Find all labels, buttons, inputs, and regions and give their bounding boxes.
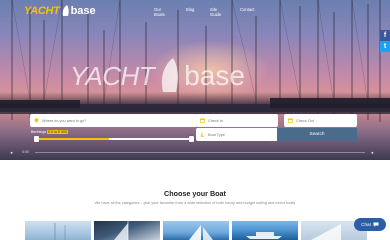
sail-logo-icon <box>62 4 69 16</box>
hero-logo: YACHT base <box>70 56 245 96</box>
twitter-icon[interactable]: t <box>380 41 390 52</box>
range-fill <box>34 138 109 140</box>
boat-type-select[interactable]: Boat Type <box>196 128 278 145</box>
choose-boat-section: Choose your Boat We have all the categor… <box>0 160 390 240</box>
boat-category-card[interactable] <box>232 221 298 240</box>
price-range-label: Berthings € 0 to € 500 <box>31 130 69 134</box>
boat-category-list <box>25 221 367 240</box>
video-controls: ► 0:00 ◄ <box>10 150 385 156</box>
checkin-input[interactable]: Check In <box>196 114 278 127</box>
chevron-down-icon <box>270 132 274 150</box>
boat-category-card[interactable] <box>25 221 91 240</box>
chat-button[interactable]: Chat <box>354 218 386 231</box>
price-range-value: € 0 to € 500 <box>47 130 69 134</box>
hero-logo-yacht: YACHT <box>70 60 155 91</box>
range-max-handle[interactable] <box>189 136 194 142</box>
calendar-icon <box>200 118 205 123</box>
nav-blog[interactable]: Blog <box>186 7 194 12</box>
nav-site-guide[interactable]: Site Guide <box>210 7 221 17</box>
checkout-placeholder: Check Out <box>296 118 314 123</box>
top-navigation: YACHT base Our Boats Blog Site Guide Con… <box>0 0 390 20</box>
calendar-icon <box>288 118 293 123</box>
video-time: 0:00 <box>22 150 29 154</box>
hero-logo-base: base <box>184 60 245 91</box>
berths-label: Berthings <box>31 130 47 134</box>
video-progress[interactable] <box>35 152 365 153</box>
nav-contact[interactable]: Contact <box>240 7 254 12</box>
social-links: f t <box>380 30 390 52</box>
chat-bubble-icon <box>373 222 379 228</box>
site-logo[interactable]: YACHT base <box>24 4 96 17</box>
destination-placeholder: Where do you want to go? <box>42 118 87 123</box>
range-min-handle[interactable] <box>34 136 39 142</box>
section-subtitle: We have all the categories – pick your f… <box>94 201 296 205</box>
facebook-icon[interactable]: f <box>380 30 390 41</box>
logo-text-yacht: YACHT <box>24 4 60 17</box>
map-pin-icon <box>34 118 39 123</box>
destination-input[interactable]: Where do you want to go? <box>30 114 197 127</box>
boat-type-placeholder: Boat Type <box>208 132 226 137</box>
nav-our-boats[interactable]: Our Boats <box>154 7 165 17</box>
hero-banner: YACHT base Our Boats Blog Site Guide Con… <box>0 0 390 160</box>
search-form: Where do you want to go? Check In Check … <box>26 113 357 145</box>
price-range: Berthings € 0 to € 500 <box>30 128 197 142</box>
checkin-placeholder: Check In <box>208 118 223 123</box>
logo-text-base: base <box>70 4 96 17</box>
boat-category-card[interactable] <box>94 221 160 240</box>
checkout-input[interactable]: Check Out <box>284 114 357 127</box>
boat-category-card[interactable] <box>163 221 229 240</box>
search-button[interactable]: Search <box>277 128 357 141</box>
play-icon[interactable]: ► <box>10 150 14 155</box>
chat-label: Chat <box>361 222 371 227</box>
hero-sail-icon <box>162 58 179 92</box>
boat-icon <box>200 132 205 137</box>
volume-icon[interactable]: ◄ <box>370 150 374 155</box>
section-title: Choose your Boat <box>164 189 226 198</box>
